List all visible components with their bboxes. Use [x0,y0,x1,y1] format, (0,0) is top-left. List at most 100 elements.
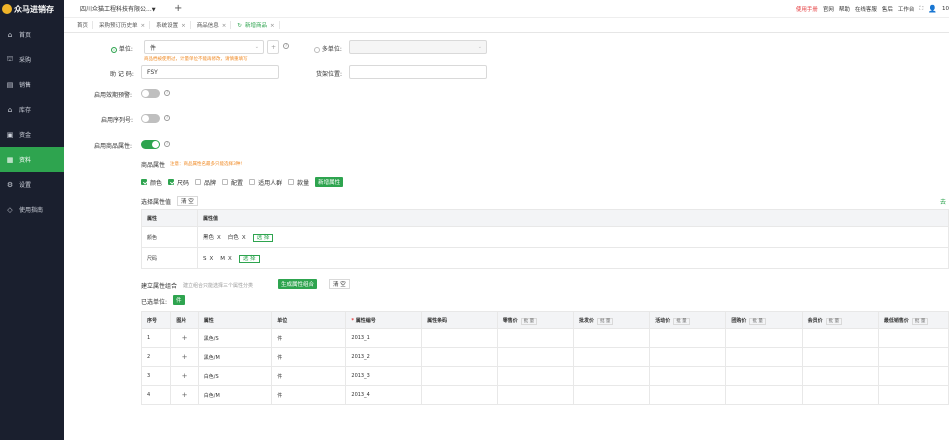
company-selector[interactable]: 四川众猫工程科技有限公...▼ [80,4,168,13]
close-icon[interactable]: × [181,23,186,29]
checkbox[interactable] [141,179,147,185]
editable-cell[interactable] [496,366,574,386]
editable-cell[interactable] [572,347,651,367]
editable-cell[interactable] [877,347,949,367]
attr-option-0[interactable]: 颜色 [141,178,162,187]
editable-cell[interactable] [421,328,498,348]
sidebar-item-6[interactable]: ⚙ 设置 [0,172,64,197]
sidebar-item-0[interactable]: ⌂ 首页 [0,22,64,47]
user-name[interactable]: 10 [942,6,949,12]
attr-option-1[interactable]: 尺码 [168,178,189,187]
unit-select[interactable]: 件 ⌄ [144,40,264,54]
clear-combo-button[interactable]: 清 空 [329,279,350,289]
multi-unit-select[interactable]: ⌄ [349,40,487,54]
user-icon[interactable]: 👤 [928,5,937,13]
batch-button[interactable]: 批 量 [520,317,538,325]
cell-img[interactable]: + [170,385,199,405]
after-sales-link[interactable]: 售后 [882,5,893,13]
editable-cell[interactable] [572,366,651,386]
checkbox[interactable] [222,179,229,185]
editable-cell[interactable] [421,347,498,367]
generate-combo-button[interactable]: 生成属性组合 [278,279,318,289]
attr-option-2[interactable]: 品牌 [195,178,216,187]
sidebar-item-3[interactable]: ⌂ 库存 [0,97,64,122]
tab-1[interactable]: 采购预订历史单 × [99,21,151,29]
tab-0[interactable]: 首页 [77,21,94,29]
editable-cell[interactable] [877,328,949,348]
editable-cell[interactable] [496,385,574,405]
editable-cell[interactable] [801,328,879,348]
editable-cell[interactable] [725,366,803,386]
batch-button[interactable]: 批 量 [911,317,929,325]
batch-button[interactable]: 批 量 [825,317,843,325]
mnemonic-input[interactable]: FSY [141,65,279,79]
editable-cell[interactable] [801,347,879,367]
workbench-link[interactable]: 工作台 [898,5,915,13]
editable-cell[interactable] [421,366,498,386]
close-icon[interactable]: X [242,235,246,241]
editable-cell[interactable] [649,347,727,367]
help-icon[interactable]: ? [164,115,170,121]
editable-cell[interactable] [725,328,803,348]
tab-4[interactable]: ↻ 新增商品 × [237,21,280,29]
close-icon[interactable]: × [222,23,227,29]
editable-cell[interactable] [572,328,651,348]
editable-cell[interactable] [649,328,727,348]
help-icon[interactable]: ? [164,141,170,147]
app-logo[interactable]: 众马进销存 [0,0,64,18]
checkbox[interactable] [168,179,175,185]
sidebar-item-7[interactable]: ◇ 使用指南 [0,197,64,222]
editable-cell[interactable] [572,385,651,405]
tab-2[interactable]: 系统设置 × [156,21,191,29]
selected-unit-badge[interactable]: 件 [173,295,185,305]
shelf-input[interactable] [349,65,487,79]
checkbox[interactable] [288,179,295,185]
multi-unit-radio[interactable] [314,46,320,53]
add-unit-button[interactable]: + [267,40,279,54]
official-site-link[interactable]: 官网 [823,5,834,13]
tab-3[interactable]: 商品信息 × [197,21,232,29]
editable-cell[interactable] [801,385,879,405]
batch-button[interactable]: 批 量 [749,317,766,325]
editable-cell[interactable] [725,385,803,405]
close-icon[interactable]: X [210,256,214,262]
select-value-button[interactable]: 选 择 [238,255,260,263]
editable-cell[interactable] [496,328,574,348]
sidebar-item-1[interactable]: ⛫ 采购 [0,47,64,72]
editable-cell[interactable] [877,385,949,405]
attr-option-3[interactable]: 配置 [222,178,243,187]
add-attribute-button[interactable]: 新增属性 [315,177,344,187]
close-icon[interactable]: × [270,23,275,29]
cell-img[interactable]: + [170,347,199,367]
editable-cell[interactable] [801,366,879,386]
help-icon[interactable]: ? [283,43,289,49]
attr-enable-toggle[interactable] [141,140,160,149]
help-icon[interactable]: ? [164,90,170,96]
cell-img[interactable]: + [170,328,199,348]
editable-cell[interactable] [649,385,727,405]
checkbox[interactable] [249,179,256,185]
serial-toggle[interactable] [141,114,160,123]
close-icon[interactable]: × [141,23,146,29]
editable-cell[interactable] [421,385,498,405]
manual-link[interactable]: 使用手册 [796,5,818,13]
online-service-link[interactable]: 在线客服 [855,5,877,13]
attr-option-4[interactable]: 适用人群 [249,178,282,187]
editable-cell[interactable] [877,366,949,386]
expiry-toggle[interactable] [141,89,160,98]
add-tab-button[interactable]: + [174,3,182,14]
checkbox[interactable] [195,179,202,185]
fullscreen-icon[interactable]: ⛶ [919,6,923,13]
editable-cell[interactable] [649,366,727,386]
sidebar-item-4[interactable]: ▣ 资金 [0,122,64,147]
sidebar-item-5[interactable]: ▦ 资料 [0,147,64,172]
clear-values-button[interactable]: 清 空 [177,196,198,206]
editable-cell[interactable] [725,347,803,367]
cell-img[interactable]: + [170,366,199,386]
right-link[interactable]: 去 [940,197,946,206]
help-link[interactable]: 帮助 [839,5,850,13]
close-icon[interactable]: X [228,256,232,262]
close-icon[interactable]: X [217,235,221,241]
attr-option-5[interactable]: 款量 [288,178,309,187]
sidebar-item-2[interactable]: ▤ 销售 [0,72,64,97]
